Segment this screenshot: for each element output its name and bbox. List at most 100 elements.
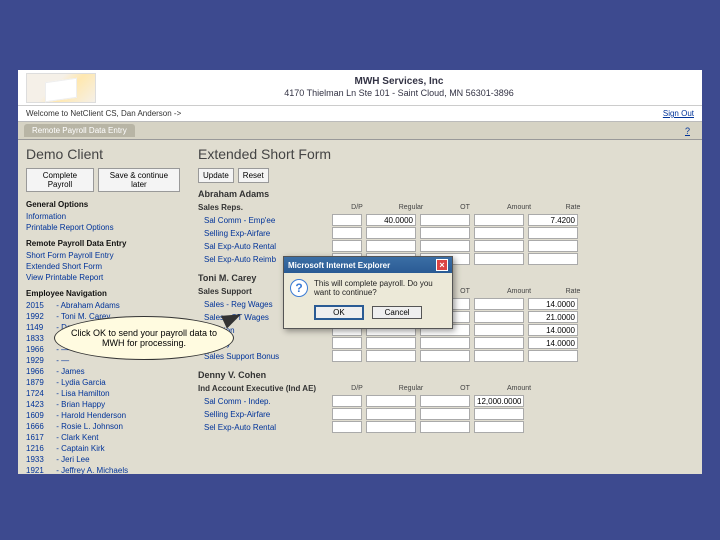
value-input[interactable] (474, 298, 524, 310)
employee-block: Denny V. Cohen Ind Account Executive (In… (198, 370, 692, 433)
value-input[interactable] (420, 395, 470, 407)
tab-bar: Remote Payroll Data Entry ? (18, 122, 702, 140)
value-input[interactable] (528, 227, 578, 239)
value-input[interactable] (528, 311, 578, 323)
pay-row: Sales Support Bonus (198, 350, 692, 362)
complete-payroll-button[interactable]: Complete Payroll (26, 168, 94, 192)
pay-item-label[interactable]: Selling Exp-Airfare (198, 410, 328, 419)
value-input[interactable] (420, 227, 470, 239)
link-short-form-entry[interactable]: Short Form Payroll Entry (26, 250, 180, 261)
dp-input[interactable] (332, 350, 362, 362)
value-input[interactable] (474, 337, 524, 349)
col-amount: Amount (494, 204, 544, 211)
value-input[interactable] (528, 240, 578, 252)
employee-name: Denny V. Cohen (198, 370, 328, 380)
value-input[interactable] (420, 337, 470, 349)
value-input[interactable] (474, 350, 524, 362)
dp-input[interactable] (332, 395, 362, 407)
value-input[interactable] (474, 395, 524, 407)
value-input[interactable] (420, 421, 470, 433)
help-link[interactable]: ? (679, 124, 696, 138)
value-input[interactable] (474, 240, 524, 252)
dp-input[interactable] (332, 240, 362, 252)
pay-row: Sel Exp-Auto Rental (198, 421, 692, 433)
pay-row: Selling Exp-Airfare (198, 227, 692, 239)
value-input[interactable] (474, 311, 524, 323)
value-input[interactable] (474, 408, 524, 420)
pay-row: Sal Comm - Emp'ee (198, 214, 692, 226)
value-input[interactable] (528, 350, 578, 362)
pay-row: Sal Exp-Auto Rental (198, 240, 692, 252)
close-icon[interactable]: × (436, 259, 448, 271)
value-input[interactable] (420, 214, 470, 226)
employee-nav-item[interactable]: 1609 - Harold Henderson (26, 410, 180, 421)
save-continue-button[interactable]: Save & continue later (98, 168, 180, 192)
value-input[interactable] (528, 214, 578, 226)
dept-name: Ind Account Executive (Ind AE) (198, 384, 328, 393)
value-input[interactable] (366, 350, 416, 362)
cancel-button[interactable]: Cancel (372, 306, 422, 319)
employee-nav-item[interactable]: 1879 - Lydia Garcia (26, 377, 180, 388)
pay-item-label[interactable]: Sal Exp-Auto Rental (198, 242, 328, 251)
value-input[interactable] (528, 337, 578, 349)
value-input[interactable] (366, 395, 416, 407)
link-extended-short-form[interactable]: Extended Short Form (26, 261, 180, 272)
value-input[interactable] (528, 298, 578, 310)
employee-nav-item[interactable]: 2015 - Abraham Adams (26, 300, 180, 311)
employee-nav-item[interactable]: 1423 - Brian Happy (26, 399, 180, 410)
ok-button[interactable]: OK (314, 305, 364, 320)
pay-row: Holiday (198, 337, 692, 349)
tab-remote-payroll[interactable]: Remote Payroll Data Entry (24, 124, 135, 137)
value-input[interactable] (474, 214, 524, 226)
value-input[interactable] (528, 324, 578, 336)
employee-nav-item[interactable]: 1933 - Jeri Lee (26, 454, 180, 465)
dp-input[interactable] (332, 214, 362, 226)
client-title: Demo Client (26, 146, 180, 162)
value-input[interactable] (420, 408, 470, 420)
reset-button[interactable]: Reset (238, 168, 269, 183)
col-dp: D/P (332, 204, 382, 211)
col-ot: OT (440, 204, 490, 211)
employee-nav-item[interactable]: 1966 - James (26, 366, 180, 377)
logo-image (26, 73, 96, 103)
value-input[interactable] (420, 240, 470, 252)
dp-input[interactable] (332, 227, 362, 239)
pay-item-label[interactable]: Selling Exp-Airfare (198, 229, 328, 238)
employee-nav-item[interactable]: 1216 - Captain Kirk (26, 443, 180, 454)
value-input[interactable] (474, 253, 524, 265)
link-information[interactable]: Information (26, 211, 180, 222)
value-input[interactable] (366, 227, 416, 239)
employee-block: Abraham Adams Sales Reps. D/P Regular OT… (198, 189, 692, 265)
value-input[interactable] (474, 324, 524, 336)
dialog-title: Microsoft Internet Explorer (288, 261, 390, 270)
value-input[interactable] (366, 421, 416, 433)
dp-input[interactable] (332, 337, 362, 349)
pay-item-label[interactable]: Sel Exp-Auto Rental (198, 423, 328, 432)
link-view-printable-report[interactable]: View Printable Report (26, 272, 180, 283)
header: MWH Services, Inc 4170 Thielman Ln Ste 1… (18, 70, 702, 106)
employee-nav-item[interactable]: 1666 - Rosie L. Johnson (26, 421, 180, 432)
employee-nav-item[interactable]: 1921 - Jeffrey A. Michaels (26, 465, 180, 474)
value-input[interactable] (420, 350, 470, 362)
dp-input[interactable] (332, 408, 362, 420)
pay-item-label[interactable]: Sales Support Bonus (198, 352, 328, 361)
welcome-text: Welcome to NetClient CS, Dan Anderson -> (26, 109, 181, 118)
pay-item-label[interactable]: Sal Comm - Emp'ee (198, 216, 328, 225)
value-input[interactable] (366, 240, 416, 252)
value-input[interactable] (474, 421, 524, 433)
dialog-titlebar[interactable]: Microsoft Internet Explorer × (284, 257, 452, 273)
signout-link[interactable]: Sign Out (663, 109, 694, 118)
link-printable-report-options[interactable]: Printable Report Options (26, 222, 180, 233)
value-input[interactable] (366, 408, 416, 420)
question-icon: ? (290, 279, 308, 297)
update-button[interactable]: Update (198, 168, 234, 183)
employee-nav-item[interactable]: 1617 - Clark Kent (26, 432, 180, 443)
pay-item-label[interactable]: Sal Comm - Indep. (198, 397, 328, 406)
dp-input[interactable] (332, 421, 362, 433)
value-input[interactable] (366, 337, 416, 349)
value-input[interactable] (474, 227, 524, 239)
employee-nav-item[interactable]: 1724 - Lisa Hamilton (26, 388, 180, 399)
value-input[interactable] (366, 214, 416, 226)
instruction-callout: Click OK to send your payroll data to MW… (54, 316, 234, 360)
value-input[interactable] (528, 253, 578, 265)
